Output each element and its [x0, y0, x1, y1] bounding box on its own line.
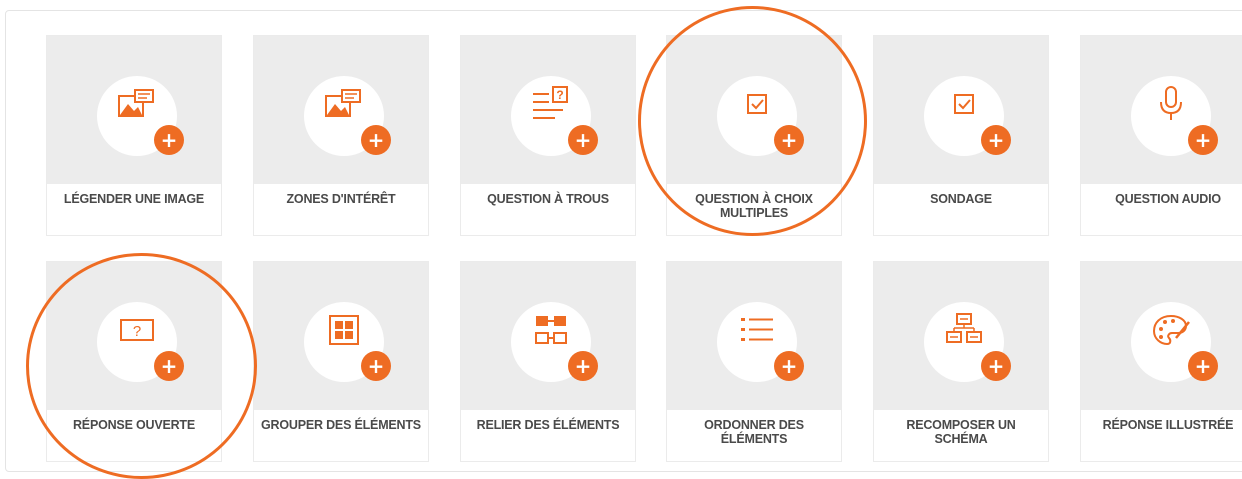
checkbox-icon: [737, 84, 777, 124]
add-plus-icon[interactable]: +: [154, 125, 184, 155]
add-plus-icon[interactable]: +: [568, 125, 598, 155]
add-plus-icon[interactable]: +: [774, 351, 804, 381]
add-plus-icon[interactable]: +: [1188, 125, 1218, 155]
tile-preview: +: [1081, 262, 1242, 410]
list-icon: [737, 310, 777, 350]
tile-label: QUESTION À CHOIX MULTIPLES: [695, 192, 813, 220]
hotspot-image-icon: [324, 84, 364, 124]
tile-ordonner-des-elements[interactable]: + ORDONNER DES ÉLÉMENTS: [667, 262, 841, 461]
add-plus-icon[interactable]: +: [1188, 351, 1218, 381]
tile-label: ORDONNER DES ÉLÉMENTS: [704, 418, 804, 446]
tile-label: RECOMPOSER UN SCHÉMA: [906, 418, 1016, 446]
caption-image-icon: [117, 84, 157, 124]
fill-blanks-icon: ?: [531, 84, 571, 124]
add-plus-icon[interactable]: +: [361, 351, 391, 381]
tile-question-a-trous[interactable]: ? + QUESTION À TROUS: [461, 36, 635, 235]
tile-preview: ? +: [461, 36, 635, 184]
tile-relier-des-elements[interactable]: + RELIER DES ÉLÉMENTS: [461, 262, 635, 461]
add-plus-icon[interactable]: +: [774, 125, 804, 155]
add-plus-icon[interactable]: +: [361, 125, 391, 155]
tile-sondage[interactable]: + SONDAGE: [874, 36, 1048, 235]
microphone-icon: [1151, 84, 1191, 124]
tile-preview: +: [874, 36, 1048, 184]
svg-text:?: ?: [556, 88, 563, 102]
tile-recomposer-un-schema[interactable]: + RECOMPOSER UN SCHÉMA: [874, 262, 1048, 461]
tile-reponse-ouverte[interactable]: ? + RÉPONSE OUVERTE: [47, 262, 221, 461]
tile-preview: +: [667, 36, 841, 184]
tile-label: ZONES D'INTÉRÊT: [286, 192, 396, 206]
tile-label: GROUPER DES ÉLÉMENTS: [261, 418, 421, 432]
tile-label: SONDAGE: [930, 192, 992, 206]
tile-legender-une-image[interactable]: + LÉGENDER UNE IMAGE: [47, 36, 221, 235]
tile-preview: +: [254, 36, 428, 184]
tile-preview: ? +: [47, 262, 221, 410]
add-plus-icon[interactable]: +: [568, 351, 598, 381]
tile-label: QUESTION À TROUS: [487, 192, 609, 206]
palette-icon: [1151, 310, 1191, 350]
diagram-icon: [944, 310, 984, 350]
tile-label: RELIER DES ÉLÉMENTS: [476, 418, 620, 432]
svg-text:?: ?: [133, 323, 141, 340]
tile-reponse-illustree[interactable]: + RÉPONSE ILLUSTRÉE: [1081, 262, 1242, 461]
tile-label: RÉPONSE ILLUSTRÉE: [1102, 418, 1234, 432]
add-plus-icon[interactable]: +: [981, 125, 1011, 155]
link-blocks-icon: [531, 310, 571, 350]
tile-preview: +: [1081, 36, 1242, 184]
tile-question-audio[interactable]: + QUESTION AUDIO: [1081, 36, 1242, 235]
tile-grouper-des-elements[interactable]: + GROUPER DES ÉLÉMENTS: [254, 262, 428, 461]
tile-preview: +: [254, 262, 428, 410]
tile-preview: +: [874, 262, 1048, 410]
grid-icon: [324, 310, 364, 350]
tile-label: RÉPONSE OUVERTE: [72, 418, 196, 432]
tile-label: LÉGENDER UNE IMAGE: [63, 192, 205, 206]
add-plus-icon[interactable]: +: [981, 351, 1011, 381]
open-question-icon: ?: [117, 310, 157, 350]
tile-zones-d-interet[interactable]: + ZONES D'INTÉRÊT: [254, 36, 428, 235]
tile-preview: +: [461, 262, 635, 410]
tile-preview: +: [47, 36, 221, 184]
checkbox-icon: [944, 84, 984, 124]
add-plus-icon[interactable]: +: [154, 351, 184, 381]
tile-question-a-choix-multiples[interactable]: + QUESTION À CHOIX MULTIPLES: [667, 36, 841, 235]
tile-preview: +: [667, 262, 841, 410]
tile-label: QUESTION AUDIO: [1115, 192, 1221, 206]
